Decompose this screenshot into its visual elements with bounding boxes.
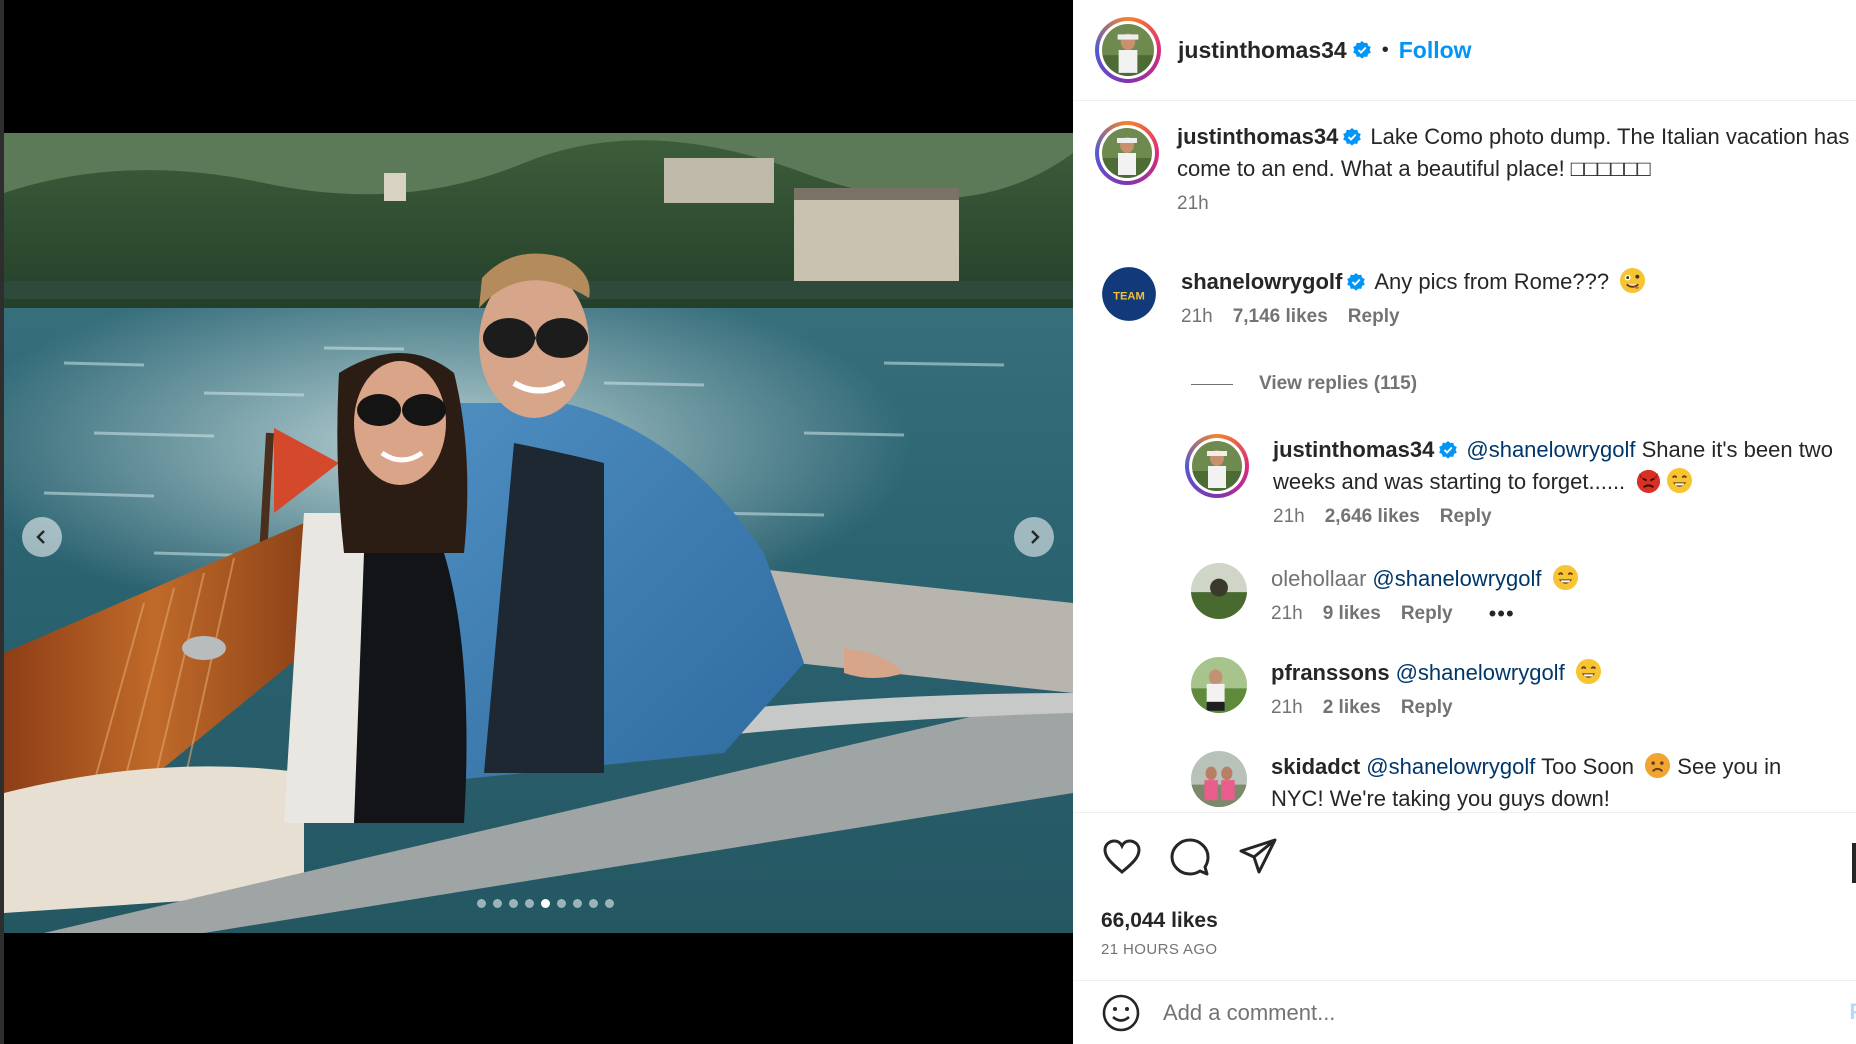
- view-replies-label: View replies (115): [1259, 373, 1418, 394]
- sad-face-icon: [1645, 752, 1671, 779]
- post-photo[interactable]: [4, 133, 1073, 933]
- comment-item: pfranssons @shanelowrygolf 21h 2 likes Re…: [1191, 657, 1602, 719]
- comment-text: Any pics from Rome???: [1374, 269, 1610, 294]
- comments-list[interactable]: justinthomas34 Lake Como photo dump. The …: [1073, 101, 1856, 812]
- add-comment-bar: P: [1073, 980, 1856, 1044]
- commenter-avatar[interactable]: TEAM: [1101, 266, 1157, 322]
- svg-text:TEAM: TEAM: [1113, 291, 1145, 303]
- next-photo-button[interactable]: [1014, 517, 1054, 557]
- laughing-face-icon: [1575, 658, 1601, 685]
- follow-button[interactable]: Follow: [1399, 37, 1472, 64]
- carousel-dot: [525, 899, 534, 908]
- comment-text: Too Soon: [1541, 754, 1635, 779]
- previous-photo-button[interactable]: [22, 517, 62, 557]
- view-replies-button[interactable]: View replies (115): [1191, 373, 1417, 395]
- carousel-indicator: [0, 899, 1073, 908]
- chevron-left-icon: [36, 530, 45, 544]
- reply-button[interactable]: Reply: [1401, 603, 1453, 625]
- comment-bubble-icon[interactable]: [1169, 836, 1211, 878]
- comment-mention[interactable]: @shanelowrygolf: [1366, 754, 1535, 779]
- commenter-avatar[interactable]: [1191, 751, 1247, 807]
- like-heart-icon[interactable]: [1101, 836, 1143, 878]
- comment-item: skidadct @shanelowrygolf Too Soon See you…: [1191, 751, 1831, 812]
- comment-username[interactable]: olehollaar: [1271, 566, 1366, 591]
- caption-avatar[interactable]: [1095, 121, 1159, 185]
- reply-button[interactable]: Reply: [1440, 506, 1492, 528]
- caption-username[interactable]: justinthomas34: [1177, 124, 1338, 149]
- post-side-panel: justinthomas34 • Follow justinthomas34 La…: [1073, 0, 1856, 1044]
- zany-face-icon: [1620, 267, 1646, 294]
- media-viewer: [0, 0, 1073, 1044]
- reply-button[interactable]: Reply: [1348, 306, 1400, 328]
- verified-badge-icon: [1343, 128, 1362, 146]
- post-photo-illustration: [4, 133, 1073, 933]
- comment-username[interactable]: skidadct: [1271, 754, 1360, 779]
- post-header: justinthomas34 • Follow: [1073, 0, 1856, 101]
- comment-mention[interactable]: @shanelowrygolf: [1466, 437, 1635, 462]
- comment-item: olehollaar @shanelowrygolf 21h 9 likes Re…: [1191, 563, 1579, 625]
- comment-username[interactable]: shanelowrygolf: [1181, 269, 1342, 294]
- post-comment-button[interactable]: P: [1849, 999, 1856, 1025]
- comment-time: 21h: [1273, 506, 1305, 527]
- laughing-face-icon: [1552, 564, 1578, 591]
- bookmark-icon[interactable]: [1852, 843, 1856, 883]
- angry-devil-face-icon: [1637, 469, 1661, 494]
- carousel-dot: [589, 899, 598, 908]
- verified-badge-icon: [1347, 273, 1366, 291]
- comment-time: 21h: [1271, 603, 1303, 624]
- share-send-icon[interactable]: [1237, 836, 1279, 878]
- post-actions: 66,044 likes 21 HOURS AGO: [1073, 812, 1856, 980]
- verified-badge-icon: [1352, 41, 1371, 59]
- author-username[interactable]: justinthomas34: [1178, 37, 1347, 64]
- post-likes-count[interactable]: 66,044 likes: [1101, 909, 1218, 933]
- comment-username[interactable]: justinthomas34: [1273, 437, 1434, 462]
- comment-likes[interactable]: 7,146 likes: [1233, 306, 1328, 328]
- author-avatar[interactable]: [1095, 17, 1161, 83]
- verified-badge-icon: [1439, 441, 1458, 459]
- comment-item: TEAM shanelowrygolf Any pics from Rome???…: [1101, 266, 1646, 328]
- caption: justinthomas34 Lake Como photo dump. The …: [1095, 121, 1856, 215]
- comment-item: justinthomas34 @shanelowrygolf Shane it's…: [1185, 434, 1833, 528]
- commenter-avatar[interactable]: [1191, 657, 1247, 713]
- laughing-face-icon: [1667, 467, 1693, 494]
- comment-options-button[interactable]: •••: [1489, 603, 1515, 625]
- reply-button[interactable]: Reply: [1401, 697, 1453, 719]
- commenter-avatar[interactable]: [1191, 563, 1247, 619]
- comment-likes[interactable]: 2,646 likes: [1325, 506, 1420, 528]
- chevron-right-icon: [1031, 530, 1040, 544]
- comment-mention[interactable]: @shanelowrygolf: [1396, 660, 1565, 685]
- carousel-dot: [557, 899, 566, 908]
- comment-likes[interactable]: 9 likes: [1323, 603, 1381, 625]
- caption-time: 21h: [1177, 193, 1209, 214]
- carousel-dot: [605, 899, 614, 908]
- carousel-dot: [541, 899, 550, 908]
- carousel-dot: [477, 899, 486, 908]
- comment-likes[interactable]: 2 likes: [1323, 697, 1381, 719]
- comment-time: 21h: [1181, 306, 1213, 327]
- replies-divider-line: [1191, 383, 1233, 385]
- comment-username[interactable]: pfranssons: [1271, 660, 1390, 685]
- post-timestamp: 21 HOURS AGO: [1101, 941, 1218, 958]
- commenter-avatar[interactable]: [1185, 434, 1249, 498]
- comment-mention[interactable]: @shanelowrygolf: [1372, 566, 1541, 591]
- header-separator: •: [1381, 38, 1389, 61]
- carousel-dot: [573, 899, 582, 908]
- comment-time: 21h: [1271, 697, 1303, 718]
- emoji-picker-icon[interactable]: [1101, 993, 1141, 1033]
- comment-input[interactable]: [1163, 999, 1763, 1026]
- carousel-dot: [493, 899, 502, 908]
- carousel-dot: [509, 899, 518, 908]
